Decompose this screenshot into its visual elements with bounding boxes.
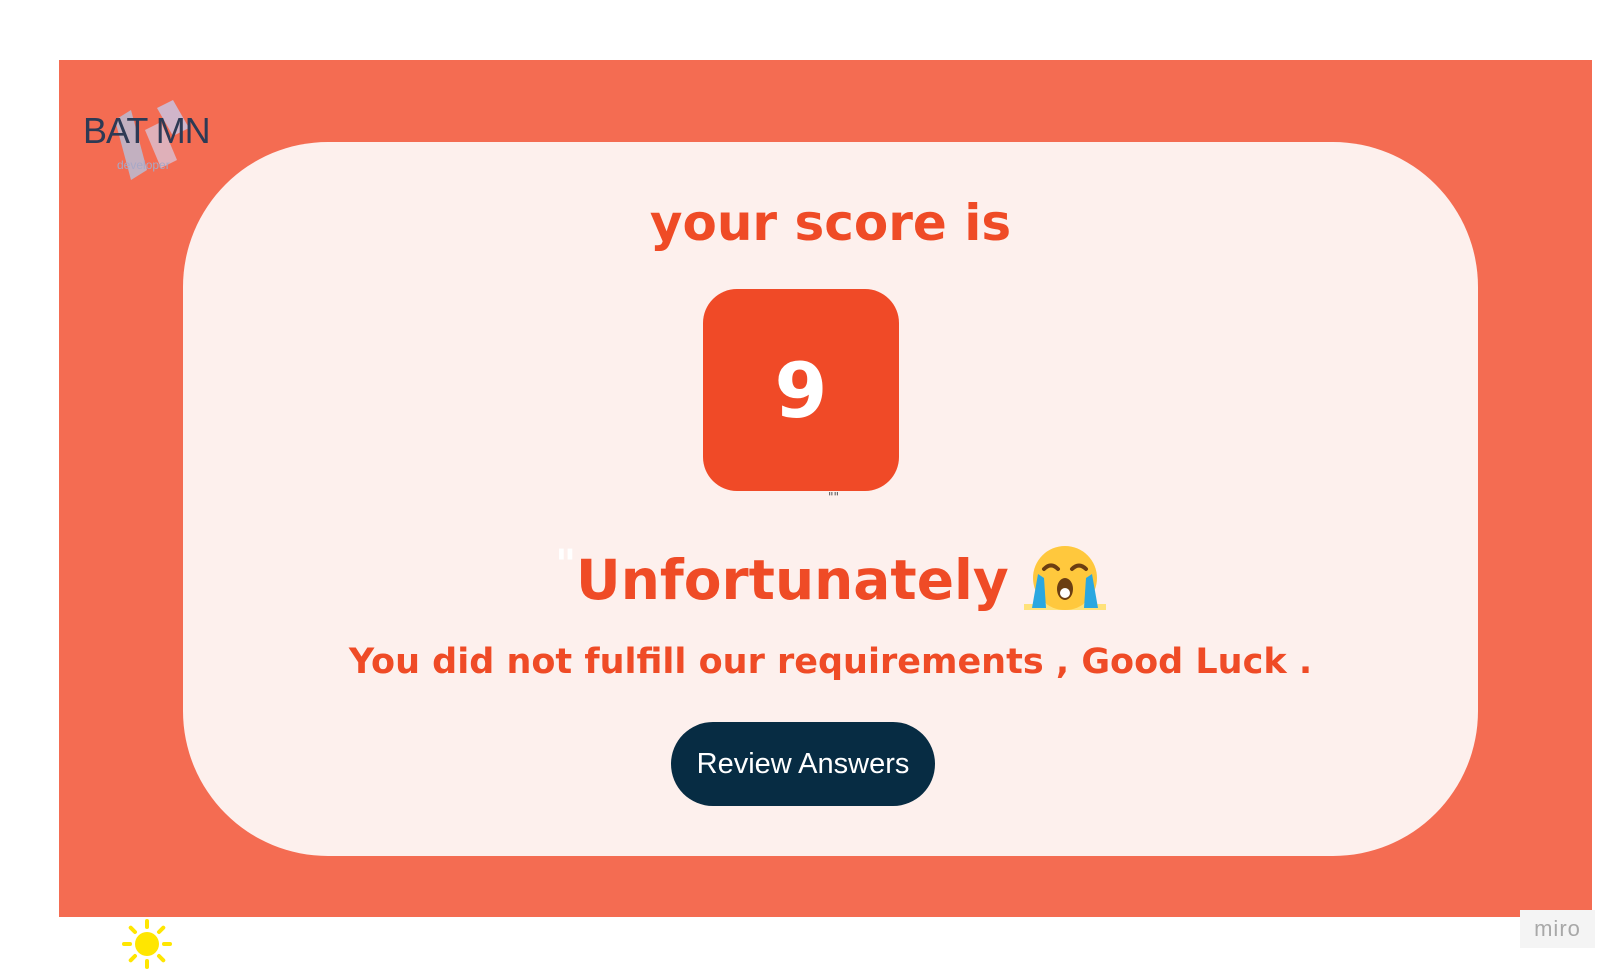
logo-text: BAT MN: [83, 110, 211, 151]
verdict-line: "Unfortunately: [183, 542, 1478, 618]
review-answers-button[interactable]: Review Answers: [671, 722, 935, 806]
score-badge: 9: [703, 289, 899, 491]
result-page-frame: BAT MN developer your score is 9 "" "Unf…: [59, 60, 1592, 917]
brand-logo[interactable]: BAT MN developer: [83, 100, 223, 180]
score-value: 9: [774, 345, 828, 435]
logo-subtext: developer: [117, 158, 170, 172]
verdict-text: Unfortunately: [576, 548, 1009, 612]
result-message: You did not fulfill our requirements , G…: [348, 642, 1313, 682]
open-quote-mark: ": [555, 542, 577, 588]
score-card: your score is 9 "" "Unfortunately You di…: [183, 142, 1478, 856]
empty-quotes-text: "": [828, 490, 840, 504]
loudly-crying-face-icon: [1023, 546, 1106, 610]
score-heading: your score is: [649, 194, 1012, 252]
miro-badge[interactable]: miro: [1520, 910, 1595, 948]
sun-icon[interactable]: [122, 919, 172, 969]
